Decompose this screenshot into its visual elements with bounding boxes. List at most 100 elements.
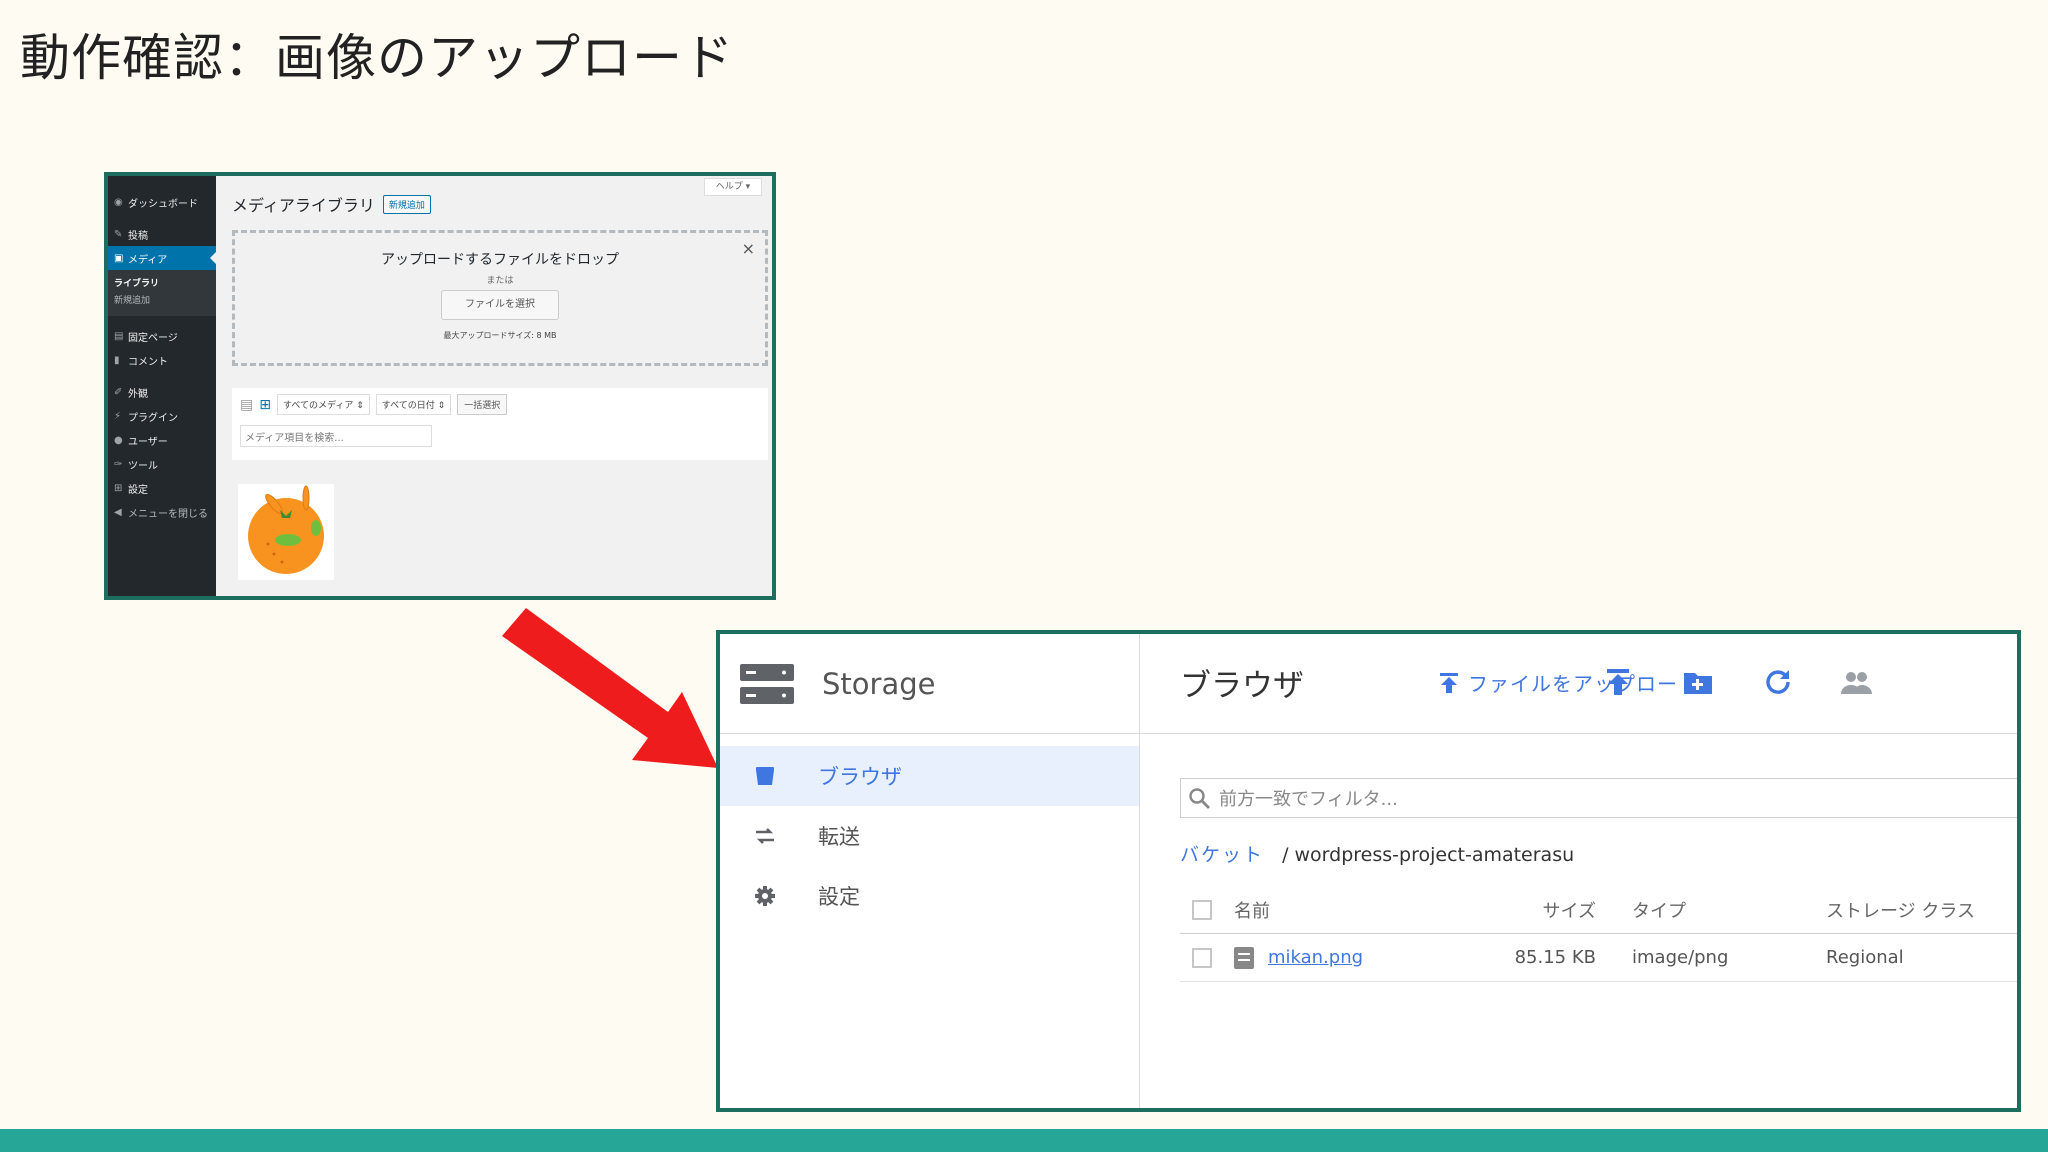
gcs-product-header: Storage [720, 634, 1139, 734]
create-folder-icon[interactable] [1682, 666, 1714, 698]
wp-help-button[interactable]: ヘルプ ▾ [704, 178, 762, 196]
wp-menu-label: 投稿 [128, 230, 148, 242]
wrench-icon: ✑ [114, 458, 123, 470]
wordpress-media-screenshot: ◉ ダッシュボード ✎ 投稿 ▣ メディア ライブラリ 新規追加 ▤ 固定ページ… [104, 172, 776, 600]
gear-icon [750, 881, 780, 911]
settings-icon: ⊞ [114, 482, 123, 494]
dashboard-icon: ◉ [114, 196, 123, 208]
bottom-accent-bar [0, 1129, 2048, 1152]
wp-menu-label: 固定ページ [128, 332, 178, 344]
wp-menu-label: メニューを閉じる [128, 508, 208, 520]
refresh-icon[interactable] [1762, 666, 1794, 698]
wp-menu-settings[interactable]: ⊞ 設定 [108, 476, 216, 500]
pin-icon: ✎ [114, 228, 123, 240]
plugin-icon: ⚡ [114, 410, 122, 422]
wp-menu-label: 外観 [128, 388, 148, 400]
user-icon: ● [114, 434, 123, 446]
wp-media-search-input[interactable]: メディア項目を検索... [240, 425, 432, 447]
column-header-name[interactable]: 名前 [1234, 897, 1270, 923]
file-name-link[interactable]: mikan.png [1268, 947, 1363, 968]
cell-type: image/png [1632, 947, 1729, 968]
gcs-browser-panel: ブラウザ ファイルをアップロード 前方一致でフィルタ... バケット / wor… [1140, 634, 2017, 1108]
gcs-prefix-filter-input[interactable]: 前方一致でフィルタ... [1180, 778, 2017, 818]
cell-name: mikan.png [1234, 946, 1363, 969]
wp-drop-instructions: アップロードするファイルをドロップ [381, 252, 619, 268]
select-all-checkbox[interactable] [1192, 899, 1212, 920]
page-icon: ▤ [114, 330, 124, 342]
wp-menu-collapse[interactable]: ◀ メニューを閉じる [108, 500, 216, 524]
wp-media-type-select[interactable]: すべてのメディア ⇕ [276, 394, 370, 415]
cell-size: 85.15 KB [1514, 947, 1596, 968]
cell-storage-class: Regional [1826, 947, 1904, 968]
wp-menu-posts[interactable]: ✎ 投稿 [108, 222, 216, 246]
column-header-size[interactable]: サイズ [1464, 897, 1596, 923]
wp-menu-label: プラグイン [128, 412, 178, 424]
share-people-icon[interactable] [1840, 666, 1872, 698]
media-icon: ▣ [114, 252, 124, 264]
wp-page-title: メディアライブラリ [232, 196, 375, 215]
wp-add-new-button[interactable]: 新規追加 [382, 194, 431, 214]
bucket-icon [750, 761, 780, 791]
gcs-nav-browser[interactable]: ブラウザ [720, 746, 1139, 806]
table-row: mikan.png 85.15 KB image/png Regional [1180, 934, 2017, 982]
file-icon [1234, 946, 1254, 969]
wp-submenu-library[interactable]: ライブラリ [108, 276, 216, 293]
gcs-nav-list: ブラウザ 転送 設定 [720, 734, 1139, 926]
gcs-object-table: 名前 サイズ タイプ ストレージ クラス mikan.png 85.15 KB … [1180, 886, 2017, 982]
storage-icon [740, 663, 794, 704]
wp-menu-pages[interactable]: ▤ 固定ページ [108, 324, 216, 348]
wp-page-header: メディアライブラリ 新規追加 [232, 192, 431, 216]
gcs-filter-placeholder: 前方一致でフィルタ... [1219, 789, 1398, 810]
breadcrumb: バケット / wordpress-project-amaterasu [1180, 840, 1574, 867]
gcs-nav-label: 設定 [818, 885, 860, 909]
wp-select-files-button[interactable]: ファイルを選択 [441, 290, 559, 320]
close-icon[interactable]: × [742, 239, 755, 258]
wp-menu-appearance[interactable]: ✐ 外観 [108, 380, 216, 404]
wp-menu-label: メディア [128, 254, 168, 266]
upload-folder-icon[interactable] [1602, 666, 1634, 698]
wp-submenu-add-new[interactable]: 新規追加 [108, 293, 216, 310]
wp-menu-label: 設定 [128, 484, 148, 496]
grid-view-icon[interactable]: ⊞ [259, 397, 271, 413]
wp-menu-label: ツール [128, 460, 158, 472]
brush-icon: ✐ [114, 386, 123, 398]
red-arrow-icon [502, 608, 718, 768]
breadcrumb-buckets-link[interactable]: バケット [1180, 844, 1264, 866]
wp-menu-label: ダッシュボード [128, 198, 198, 210]
wp-menu-media[interactable]: ▣ メディア [108, 246, 216, 270]
gcs-upload-files-button[interactable]: ファイルをアップロード [1438, 668, 1699, 697]
breadcrumb-separator: / [1282, 844, 1289, 866]
wp-menu-dashboard[interactable]: ◉ ダッシュボード [108, 190, 216, 214]
wp-menu-comments[interactable]: ▮ コメント [108, 348, 216, 372]
slide-title: 動作確認：画像のアップロード [20, 29, 734, 87]
search-icon [1189, 788, 1210, 809]
wp-menu-tools[interactable]: ✑ ツール [108, 452, 216, 476]
wp-menu-plugins[interactable]: ⚡ プラグイン [108, 404, 216, 428]
wp-main-area: ヘルプ ▾ メディアライブラリ 新規追加 × アップロードするファイルをドロップ… [216, 176, 772, 596]
gcs-page-title: ブラウザ [1180, 668, 1304, 704]
wp-media-thumbnail[interactable] [238, 484, 334, 580]
list-view-icon[interactable]: ▤ [240, 397, 253, 413]
comment-icon: ▮ [114, 354, 120, 366]
gcs-nav-label: 転送 [818, 825, 860, 849]
wp-drop-or: または [486, 276, 514, 286]
wp-bulk-select-button[interactable]: 一括選択 [457, 394, 508, 415]
breadcrumb-bucket-name: wordpress-project-amaterasu [1294, 844, 1575, 866]
wp-menu-label: コメント [128, 356, 168, 368]
gcs-product-name: Storage [822, 666, 936, 701]
row-checkbox[interactable] [1192, 947, 1212, 968]
gcs-browser-header: ブラウザ ファイルをアップロード [1140, 634, 2017, 734]
gcs-nav-settings[interactable]: 設定 [720, 866, 1139, 926]
wp-menu-users[interactable]: ● ユーザー [108, 428, 216, 452]
gcs-nav-label: ブラウザ [818, 765, 902, 789]
wp-date-select[interactable]: すべての日付 ⇕ [375, 394, 452, 415]
collapse-icon: ◀ [114, 506, 122, 518]
wp-media-toolbar: ▤ ⊞ すべてのメディア ⇕ すべての日付 ⇕ 一括選択 メディア項目を検索..… [232, 388, 768, 460]
wp-upload-dropzone[interactable]: × アップロードするファイルをドロップ または ファイルを選択 最大アップロード… [232, 230, 768, 366]
gcs-nav-transfer[interactable]: 転送 [720, 806, 1139, 866]
column-header-type[interactable]: タイプ [1632, 897, 1686, 923]
upload-icon [1440, 672, 1458, 693]
table-header-row: 名前 サイズ タイプ ストレージ クラス [1180, 886, 2017, 934]
column-header-storage-class[interactable]: ストレージ クラス [1826, 897, 1975, 923]
wp-media-submenu: ライブラリ 新規追加 [108, 270, 216, 316]
